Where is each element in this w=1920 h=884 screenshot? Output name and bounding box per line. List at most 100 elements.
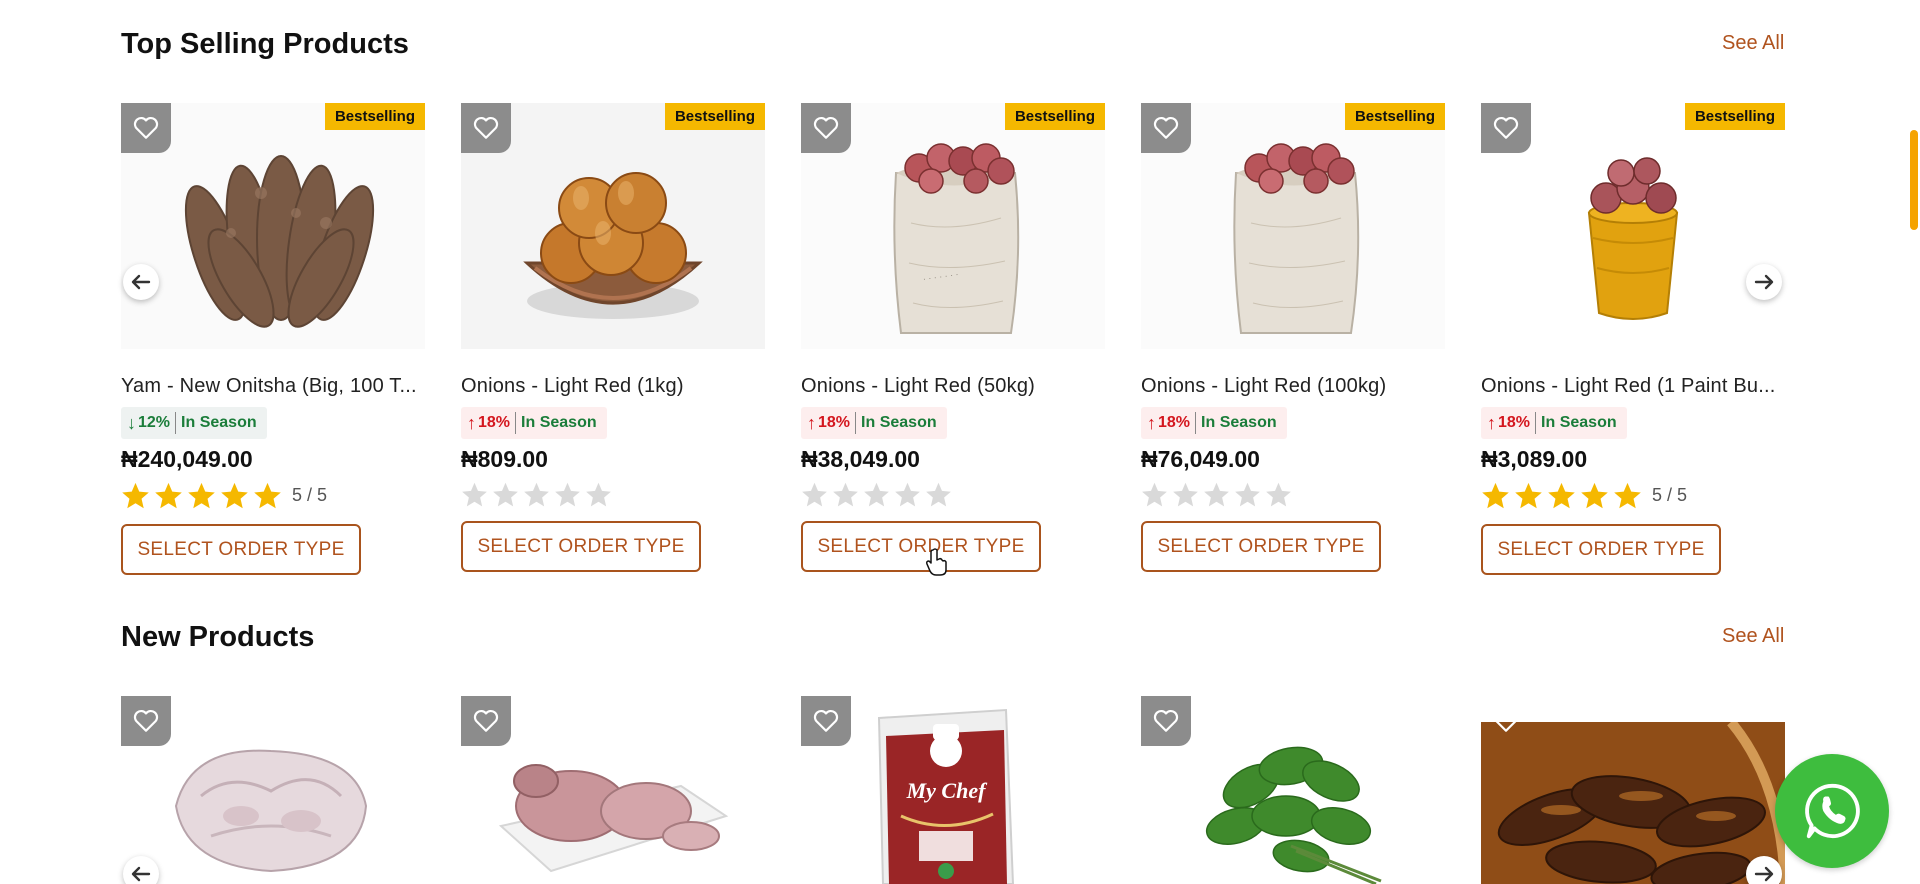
bestselling-badge: Bestselling: [1344, 103, 1445, 130]
trend-percent: 18%: [478, 414, 511, 431]
heart-outline-icon: [1153, 116, 1179, 139]
season-label: In Season: [181, 414, 257, 431]
bestselling-badge: Bestselling: [1684, 103, 1785, 130]
star-icon: [802, 482, 827, 507]
product-name[interactable]: Yam - New Onitsha (Big, 100 T...: [121, 375, 425, 398]
favorite-button[interactable]: [801, 103, 851, 153]
product-price: ₦240,049.00: [121, 446, 253, 472]
star-icon: [122, 482, 149, 509]
season-label: In Season: [1201, 414, 1277, 431]
trend-percent: 12%: [138, 414, 171, 431]
star-icon: [926, 482, 951, 507]
season-label: In Season: [521, 414, 597, 431]
trend-percent: 18%: [1158, 414, 1191, 431]
star-icon: [221, 482, 248, 509]
product-rating: 5 / 5: [121, 481, 327, 510]
heart-outline-icon: [1493, 116, 1519, 139]
price-trend-badge: ↓ 12% In Season: [121, 407, 267, 439]
top-selling-see-all-link[interactable]: See All: [1722, 32, 1784, 55]
rice-bag-brand: My Chef: [906, 778, 989, 803]
product-rating: [801, 481, 952, 508]
star-icon: [864, 482, 889, 507]
product-price: ₦76,049.00: [1141, 446, 1260, 472]
bestselling-badge: Bestselling: [664, 103, 765, 130]
new-products-title: New Products: [121, 621, 315, 653]
select-order-type-button[interactable]: SELECT ORDER TYPE: [801, 521, 1041, 572]
product-price: ₦809.00: [461, 446, 548, 472]
product-rating: [461, 481, 612, 508]
favorite-button[interactable]: [461, 696, 511, 746]
new-products-see-all-link[interactable]: See All: [1722, 625, 1784, 648]
rating-score: 5 / 5: [292, 485, 328, 505]
price-trend-badge: ↑ 18% In Season: [1141, 407, 1287, 439]
page: Top Selling Products See All Bestselling…: [0, 0, 1920, 884]
price-trend-badge: ↑ 18% In Season: [1481, 407, 1627, 439]
heart-outline-icon: [133, 709, 159, 732]
scrollbar-track[interactable]: [1906, 0, 1920, 884]
select-order-type-button[interactable]: SELECT ORDER TYPE: [121, 524, 361, 575]
star-icon: [555, 482, 580, 507]
star-icon: [1266, 482, 1291, 507]
product-name[interactable]: Onions - Light Red (100kg): [1141, 375, 1445, 398]
heart-outline-icon: [473, 709, 499, 732]
product-image-smoked-fish[interactable]: [1481, 722, 1785, 884]
season-label: In Season: [861, 414, 937, 431]
star-icon: [895, 482, 920, 507]
arrow-down-icon: ↓: [127, 412, 136, 433]
arrow-left-icon: [131, 866, 151, 882]
trend-percent: 18%: [1498, 414, 1531, 431]
top-selling-title: Top Selling Products: [121, 28, 409, 60]
arrow-up-icon: ↑: [467, 412, 476, 433]
star-icon: [1204, 482, 1229, 507]
product-price: ₦38,049.00: [801, 446, 920, 472]
favorite-button[interactable]: [1141, 103, 1191, 153]
whatsapp-icon: [1805, 783, 1860, 839]
scrollbar-thumb[interactable]: [1910, 130, 1918, 230]
favorite-button[interactable]: [1481, 103, 1531, 153]
star-icon: [155, 482, 182, 509]
star-icon: [1548, 482, 1575, 509]
star-icon: [188, 482, 215, 509]
carousel-prev-button[interactable]: [123, 264, 159, 300]
favorite-button[interactable]: [801, 696, 851, 746]
favorite-button[interactable]: [121, 696, 171, 746]
product-price: ₦3,089.00: [1481, 446, 1588, 472]
star-icon: [1515, 482, 1542, 509]
heart-outline-icon: [1493, 709, 1519, 732]
arrow-up-icon: ↑: [1147, 412, 1156, 433]
star-rating: [461, 481, 612, 508]
arrow-up-icon: ↑: [807, 412, 816, 433]
star-icon: [1581, 482, 1608, 509]
whatsapp-chat-button[interactable]: [1775, 754, 1889, 868]
product-name[interactable]: Onions - Light Red (1kg): [461, 375, 765, 398]
price-trend-badge: ↑ 18% In Season: [801, 407, 947, 439]
favorite-button[interactable]: [1141, 696, 1191, 746]
heart-outline-icon: [813, 709, 839, 732]
select-order-type-button[interactable]: SELECT ORDER TYPE: [1481, 524, 1721, 575]
star-icon: [1173, 482, 1198, 507]
arrow-up-icon: ↑: [1487, 412, 1496, 433]
favorite-button[interactable]: [1481, 696, 1531, 746]
product-name[interactable]: Onions - Light Red (50kg): [801, 375, 1105, 398]
heart-outline-icon: [813, 116, 839, 139]
carousel-next-button[interactable]: [1746, 856, 1782, 884]
bestselling-badge: Bestselling: [1004, 103, 1105, 130]
carousel-prev-button[interactable]: [123, 856, 159, 884]
carousel-next-button[interactable]: [1746, 264, 1782, 300]
star-icon: [493, 482, 518, 507]
heart-outline-icon: [473, 116, 499, 139]
product-rating: 5 / 5: [1481, 481, 1687, 510]
favorite-button[interactable]: [121, 103, 171, 153]
star-icon: [833, 482, 858, 507]
heart-outline-icon: [133, 116, 159, 139]
star-icon: [524, 482, 549, 507]
select-order-type-button[interactable]: SELECT ORDER TYPE: [1141, 521, 1381, 572]
arrow-left-icon: [131, 274, 151, 290]
arrow-right-icon: [1754, 274, 1774, 290]
product-name[interactable]: Onions - Light Red (1 Paint Bu...: [1481, 375, 1785, 398]
star-icon: [1614, 482, 1641, 509]
rating-score: 5 / 5: [1652, 485, 1688, 505]
select-order-type-button[interactable]: SELECT ORDER TYPE: [461, 521, 701, 572]
favorite-button[interactable]: [461, 103, 511, 153]
trend-percent: 18%: [818, 414, 851, 431]
